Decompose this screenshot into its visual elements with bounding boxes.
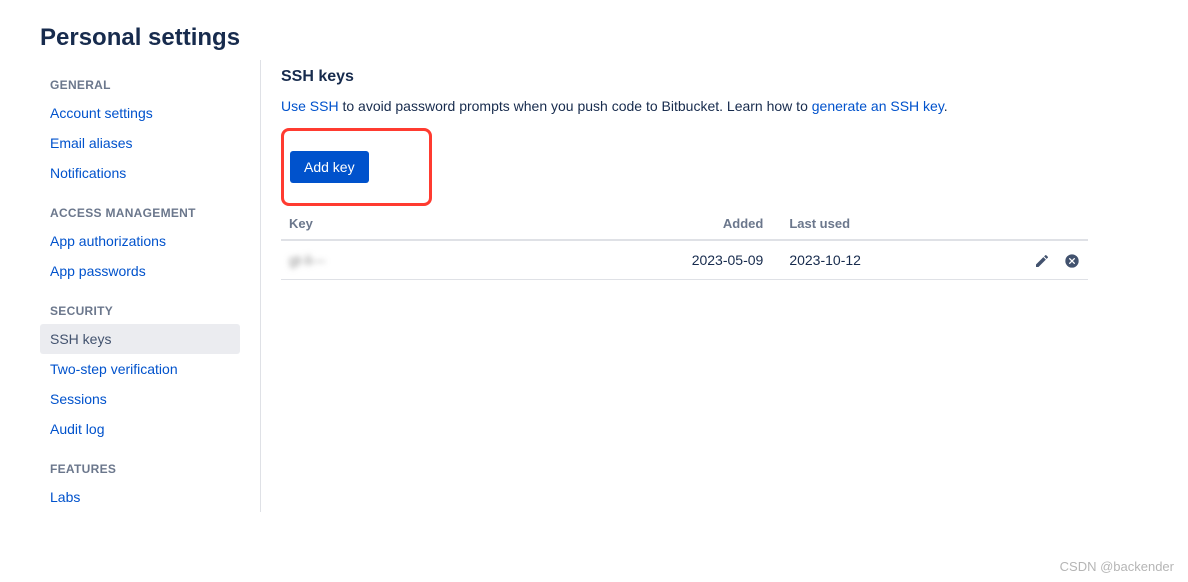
sidebar-group-access: ACCESS MANAGEMENT	[40, 188, 240, 226]
sidebar-item-notifications[interactable]: Notifications	[40, 158, 240, 188]
sidebar-item-account-settings[interactable]: Account settings	[40, 98, 240, 128]
watermark: CSDN @backender	[1060, 559, 1174, 574]
sidebar-item-two-step[interactable]: Two-step verification	[40, 354, 240, 384]
added-cell: 2023-05-09	[652, 240, 781, 279]
add-key-button[interactable]: Add key	[290, 151, 369, 183]
ssh-keys-table: Key Added Last used gt-li--- 2023-05-09 …	[281, 208, 1088, 279]
col-added: Added	[652, 208, 781, 240]
sidebar-item-labs[interactable]: Labs	[40, 482, 240, 512]
sidebar-item-email-aliases[interactable]: Email aliases	[40, 128, 240, 158]
sidebar-item-app-passwords[interactable]: App passwords	[40, 256, 240, 286]
page-title: Personal settings	[0, 0, 1188, 60]
desc-tail: .	[944, 98, 948, 114]
sidebar: GENERAL Account settings Email aliases N…	[40, 60, 260, 512]
key-name-cell: gt-li---	[281, 240, 652, 279]
col-last-used: Last used	[781, 208, 1007, 240]
generate-ssh-key-link[interactable]: generate an SSH key	[812, 98, 944, 114]
sidebar-item-sessions[interactable]: Sessions	[40, 384, 240, 414]
use-ssh-link[interactable]: Use SSH	[281, 98, 339, 114]
content: SSH keys Use SSH to avoid password promp…	[260, 60, 1188, 512]
sidebar-group-features: FEATURES	[40, 444, 240, 482]
edit-icon[interactable]	[1034, 253, 1050, 269]
last-used-cell: 2023-10-12	[781, 240, 1007, 279]
sidebar-item-ssh-keys[interactable]: SSH keys	[40, 324, 240, 354]
col-key: Key	[281, 208, 652, 240]
desc-text: to avoid password prompts when you push …	[339, 98, 812, 114]
content-description: Use SSH to avoid password prompts when y…	[281, 96, 1088, 116]
delete-icon[interactable]	[1064, 253, 1080, 269]
highlight-box: Add key	[281, 128, 432, 206]
sidebar-group-general: GENERAL	[40, 60, 240, 98]
sidebar-item-app-authorizations[interactable]: App authorizations	[40, 226, 240, 256]
sidebar-group-security: SECURITY	[40, 286, 240, 324]
table-row: gt-li--- 2023-05-09 2023-10-12	[281, 240, 1088, 279]
sidebar-item-audit-log[interactable]: Audit log	[40, 414, 240, 444]
content-title: SSH keys	[281, 68, 1088, 86]
